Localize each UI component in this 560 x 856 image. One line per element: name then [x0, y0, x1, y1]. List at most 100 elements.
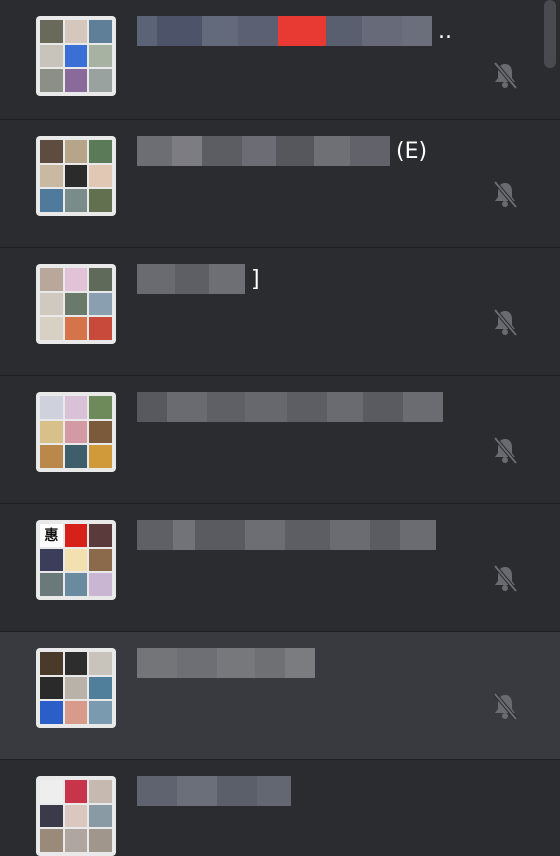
- group-avatar[interactable]: [36, 264, 116, 344]
- redacted-text-block: [350, 136, 390, 166]
- chat-row[interactable]: (E): [0, 120, 560, 248]
- avatar-tile: [89, 524, 112, 547]
- avatar-tile: [40, 268, 63, 291]
- avatar-tile: [89, 44, 112, 68]
- redacted-text-block: [202, 16, 238, 46]
- redacted-text-block: [217, 648, 255, 678]
- avatar-tile: [40, 44, 63, 68]
- avatar-tile: [89, 317, 112, 340]
- avatar-tile: [40, 676, 63, 700]
- scrollbar[interactable]: [544, 0, 556, 68]
- avatar-tile: [89, 804, 112, 828]
- avatar-tile: [89, 548, 112, 572]
- redacted-text-block: [245, 392, 287, 422]
- avatar-tile: [40, 829, 63, 852]
- redacted-text-block: [137, 16, 157, 46]
- redacted-text-block: [173, 520, 195, 550]
- redacted-text-block: [362, 16, 402, 46]
- bell-off-icon: [489, 306, 521, 338]
- group-avatar[interactable]: [36, 16, 116, 96]
- redacted-text-block: [209, 264, 245, 294]
- group-avatar[interactable]: [36, 776, 116, 856]
- avatar-tile: [64, 69, 88, 92]
- redacted-text-block: [278, 16, 326, 46]
- redacted-text-block: [400, 520, 436, 550]
- redacted-text-block: [363, 392, 403, 422]
- redacted-text-block: [207, 392, 245, 422]
- redacted-text-block: [255, 648, 285, 678]
- chat-title: ]: [137, 264, 260, 294]
- avatar-tile: [89, 676, 112, 700]
- redacted-text-block: [326, 16, 362, 46]
- chat-row[interactable]: ..: [0, 0, 560, 120]
- redacted-text-block: [285, 520, 330, 550]
- avatar-tile: [64, 292, 88, 316]
- avatar-tile: [64, 268, 88, 291]
- redacted-text-block: [157, 16, 202, 46]
- avatar-tile: [64, 20, 88, 43]
- avatar-tile: [89, 829, 112, 852]
- avatar-tile: [89, 780, 112, 803]
- avatar-tile: [89, 573, 112, 596]
- redacted-text-block: [137, 264, 175, 294]
- avatar-tile: [64, 44, 88, 68]
- chat-title-suffix: ..: [438, 18, 452, 44]
- group-avatar[interactable]: [36, 392, 116, 472]
- avatar-tile: [64, 652, 88, 675]
- bell-off-icon: [489, 434, 521, 466]
- avatar-tile: [64, 420, 88, 444]
- redacted-text-block: [285, 648, 315, 678]
- chat-row[interactable]: [0, 760, 560, 856]
- chat-title-suffix: ]: [251, 266, 260, 292]
- avatar-tile: [64, 829, 88, 852]
- chat-title-suffix: (E): [396, 138, 428, 164]
- avatar-tile: [40, 164, 63, 188]
- avatar-tile: [64, 189, 88, 212]
- redacted-text-block: [137, 776, 177, 806]
- avatar-tile: [64, 676, 88, 700]
- chat-title: ..: [137, 16, 452, 46]
- redacted-text-block: [167, 392, 207, 422]
- chat-row[interactable]: [0, 632, 560, 760]
- avatar-tile: [64, 548, 88, 572]
- redacted-text-block: [245, 520, 285, 550]
- chat-row[interactable]: ]: [0, 248, 560, 376]
- avatar-tile: [89, 268, 112, 291]
- group-avatar[interactable]: [36, 648, 116, 728]
- redacted-text-block: [195, 520, 245, 550]
- bell-off-icon: [489, 178, 521, 210]
- avatar-tile: 惠: [40, 524, 63, 547]
- redacted-text-block: [402, 16, 432, 46]
- redacted-text-block: [403, 392, 443, 422]
- avatar-tile: [64, 524, 88, 547]
- redacted-text-block: [137, 520, 173, 550]
- redacted-text-block: [217, 776, 257, 806]
- chat-title: [137, 520, 436, 550]
- bell-off-icon: [489, 562, 521, 594]
- group-avatar[interactable]: [36, 136, 116, 216]
- avatar-tile: [40, 804, 63, 828]
- bell-off-icon: [489, 690, 521, 722]
- redacted-text-block: [202, 136, 242, 166]
- chat-row[interactable]: 惠: [0, 504, 560, 632]
- redacted-text-block: [287, 392, 327, 422]
- avatar-tile: [40, 396, 63, 419]
- avatar-tile: [40, 140, 63, 163]
- redacted-text-block: [137, 136, 172, 166]
- group-avatar[interactable]: 惠: [36, 520, 116, 600]
- avatar-tile: [40, 701, 63, 724]
- avatar-tile: [89, 652, 112, 675]
- avatar-tile: [64, 445, 88, 468]
- redacted-text-block: [177, 648, 217, 678]
- redacted-text-block: [314, 136, 350, 166]
- chat-title: [137, 392, 443, 422]
- avatar-tile: [89, 396, 112, 419]
- redacted-text-block: [137, 392, 167, 422]
- chat-row[interactable]: [0, 376, 560, 504]
- redacted-text-block: [242, 136, 276, 166]
- avatar-tile: [64, 573, 88, 596]
- avatar-tile: [89, 69, 112, 92]
- redacted-text-block: [177, 776, 217, 806]
- avatar-tile: [64, 804, 88, 828]
- redacted-text-block: [330, 520, 370, 550]
